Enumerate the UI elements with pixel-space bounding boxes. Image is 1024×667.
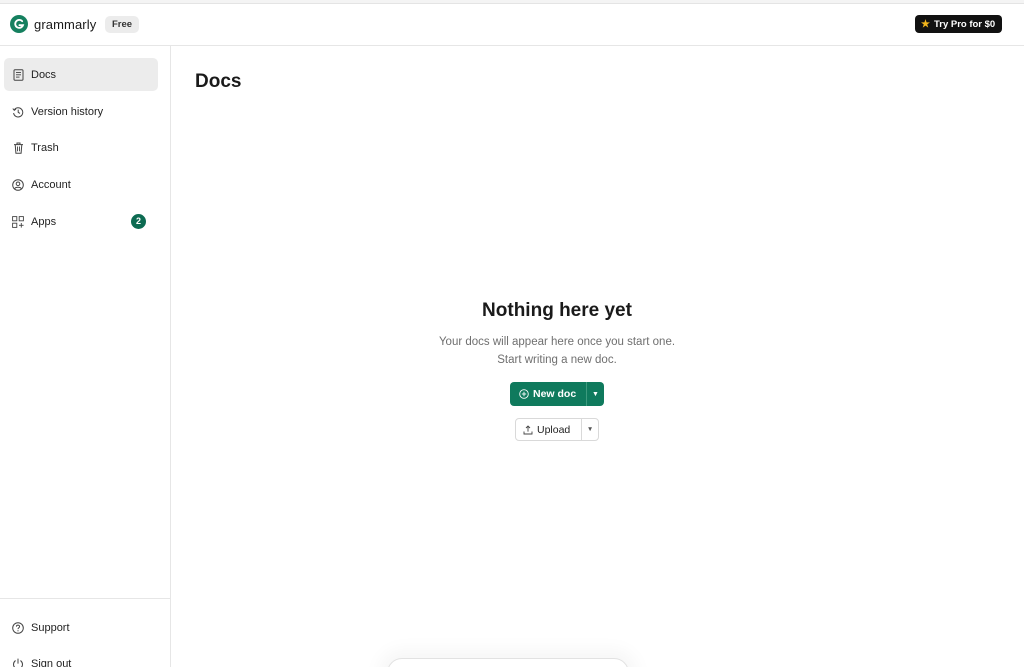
apps-count-badge: 2 [131, 214, 146, 229]
new-doc-dropdown-button[interactable]: ▼ [586, 382, 604, 406]
chevron-down-icon: ▼ [592, 390, 599, 398]
try-pro-label: Try Pro for $0 [933, 18, 996, 30]
grammarly-logo-icon [10, 15, 28, 33]
sidebar-item-label: Docs [31, 68, 57, 81]
power-icon [12, 658, 24, 667]
bottom-floating-bar[interactable] [387, 658, 629, 667]
sidebar-item-label: Sign out [31, 657, 72, 667]
sidebar-item-trash[interactable]: Trash [4, 131, 158, 164]
apps-icon [12, 215, 24, 228]
sidebar-item-account[interactable]: Account [4, 168, 158, 201]
upload-button-group: Upload ▼ [515, 418, 599, 441]
brand-name: grammarly [34, 16, 97, 32]
new-doc-button-group: New doc ▼ [510, 382, 604, 406]
sidebar-item-label: Apps [31, 215, 57, 228]
chevron-down-icon: ▼ [586, 426, 594, 433]
empty-state-text-line-2: Start writing a new doc. [497, 354, 617, 366]
sidebar: Docs Version history Trash Account Apps … [0, 46, 171, 667]
page-title: Docs [195, 71, 242, 92]
sidebar-divider [0, 598, 170, 599]
sidebar-item-support[interactable]: Support [4, 611, 158, 644]
new-doc-label: New doc [533, 388, 577, 400]
sidebar-item-version-history[interactable]: Version history [4, 95, 158, 128]
sidebar-item-docs[interactable]: Docs [4, 58, 158, 91]
upload-icon [523, 424, 533, 435]
new-doc-button[interactable]: New doc [510, 382, 586, 406]
history-icon [12, 106, 24, 118]
upload-button[interactable]: Upload [516, 419, 581, 440]
sidebar-item-label: Support [31, 621, 70, 634]
empty-state-text-line-1: Your docs will appear here once you star… [438, 336, 676, 348]
sidebar-item-label: Version history [31, 105, 104, 118]
plan-badge: Free [105, 16, 140, 33]
trash-icon [12, 142, 24, 154]
star-icon: ★ [921, 18, 930, 30]
empty-state-title: Nothing here yet [482, 300, 632, 321]
main-content: Docs Nothing here yet Your docs will app… [171, 46, 1024, 667]
sidebar-item-label: Account [31, 178, 71, 191]
sidebar-item-label: Trash [31, 141, 59, 154]
sidebar-item-apps[interactable]: Apps 2 [4, 205, 158, 238]
sidebar-item-sign-out[interactable]: Sign out [4, 647, 158, 667]
plus-circle-icon [519, 389, 529, 399]
help-icon [12, 621, 24, 634]
brand-logo[interactable]: grammarly [10, 15, 96, 33]
app-header: grammarly Free ★ Try Pro for $0 [0, 4, 1024, 46]
upload-dropdown-button[interactable]: ▼ [581, 419, 598, 440]
try-pro-button[interactable]: ★ Try Pro for $0 [915, 15, 1003, 33]
upload-label: Upload [537, 423, 571, 436]
document-icon [12, 68, 24, 81]
account-icon [12, 178, 24, 191]
